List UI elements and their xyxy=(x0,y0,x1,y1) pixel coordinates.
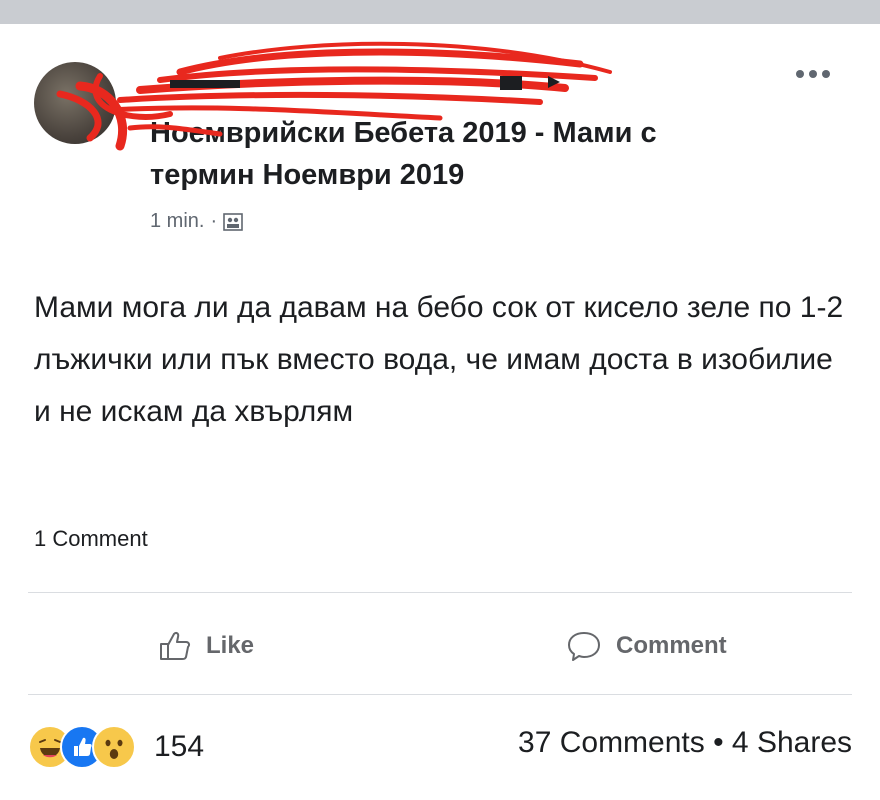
more-dot xyxy=(796,70,804,78)
more-dot xyxy=(809,70,817,78)
post-time[interactable]: 1 min. xyxy=(150,210,204,233)
more-dot xyxy=(822,70,830,78)
post-meta: 1 min. · xyxy=(150,210,243,233)
post-text: Мами мога ли да давам на бебо сок от кис… xyxy=(34,291,844,428)
divider xyxy=(28,694,852,695)
redaction-scribble xyxy=(56,41,612,151)
comment-button[interactable]: Comment xyxy=(566,624,727,668)
reaction-count: 154 xyxy=(154,730,205,763)
comment-bubble-icon xyxy=(568,632,600,661)
more-options-icon[interactable] xyxy=(788,62,838,86)
comment-label: Comment xyxy=(616,632,727,659)
top-bar xyxy=(0,0,880,24)
post-stats[interactable]: 37 Comments • 4 Shares xyxy=(518,726,852,760)
like-button[interactable]: Like xyxy=(158,624,254,668)
comment-count[interactable]: 1 Comment xyxy=(34,526,148,552)
wow-icon xyxy=(92,725,136,769)
reactions-summary[interactable]: 154 xyxy=(28,720,204,774)
thumbs-up-icon xyxy=(160,632,191,660)
meta-separator: · xyxy=(210,210,218,232)
like-label: Like xyxy=(206,632,255,659)
divider xyxy=(28,592,852,593)
group-audience-icon xyxy=(223,212,243,231)
